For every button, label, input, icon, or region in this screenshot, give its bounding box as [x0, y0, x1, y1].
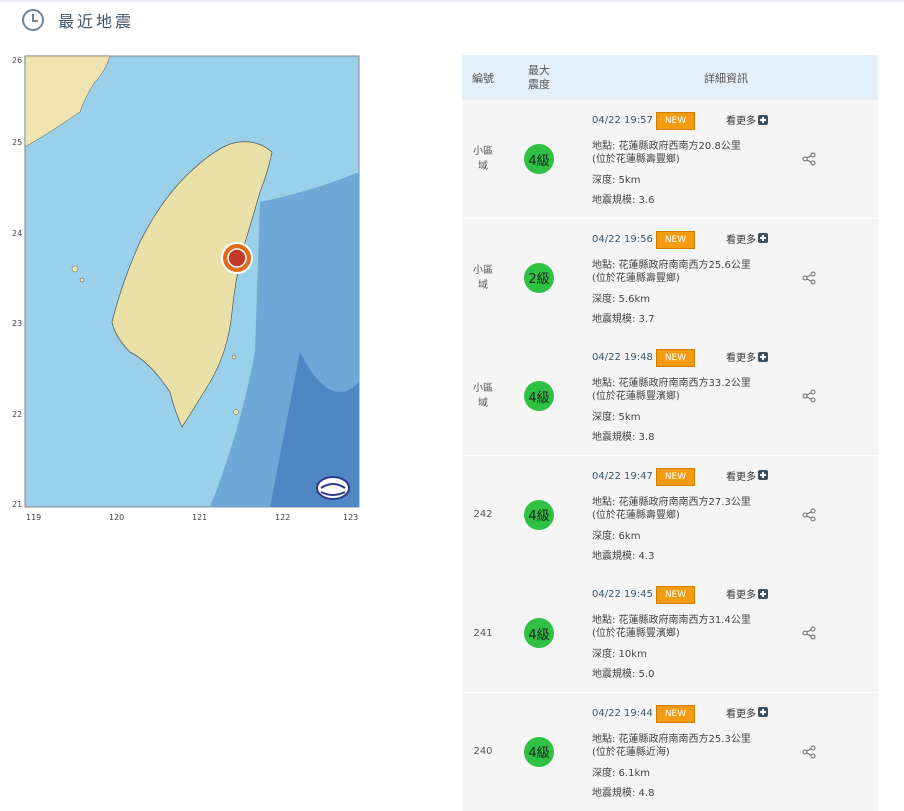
- event-time: 04/22 19:47: [592, 470, 653, 482]
- event-depth: 深度: 5km: [592, 412, 641, 423]
- map-image: [24, 55, 360, 508]
- section-header: 最近地震: [22, 8, 134, 32]
- intensity-badge: 2級: [524, 262, 554, 293]
- plus-icon: [758, 233, 768, 243]
- map-lon-label: 120: [109, 513, 125, 522]
- map-lat-label: 26: [12, 56, 23, 65]
- intensity-badge: 4級: [524, 736, 554, 767]
- share-icon[interactable]: [802, 151, 816, 170]
- new-badge: NEW: [656, 112, 695, 130]
- share-icon[interactable]: [802, 507, 816, 526]
- event-magnitude: 地震規模: 3.6: [592, 195, 655, 206]
- more-link[interactable]: 看更多: [726, 468, 768, 483]
- more-link[interactable]: 看更多: [726, 705, 768, 720]
- intensity-badge: 4級: [524, 618, 554, 648]
- new-badge: NEW: [656, 704, 695, 723]
- event-magnitude: 地震規模: 5.0: [592, 669, 655, 680]
- new-badge: NEW: [656, 586, 695, 604]
- table-row[interactable]: 小區 域 2級 04/22 19:56 NEW 看更多 地點: 花蓮縣政府南南西方25.6…: [462, 218, 878, 337]
- map-lon-label: 121: [192, 513, 208, 522]
- event-location-detail: (位於花蓮縣壽豐鄉): [592, 272, 680, 284]
- more-link[interactable]: 看更多: [726, 586, 768, 601]
- header-detail: 詳細資訊: [704, 71, 748, 85]
- plus-icon: [758, 588, 768, 599]
- more-label: 看更多: [726, 708, 756, 720]
- more-label: 看更多: [726, 234, 756, 246]
- map-lat-label: 25: [12, 138, 23, 147]
- intensity-badge: 4級: [524, 381, 554, 411]
- table-row[interactable]: 小區 域 4級 04/22 19:57 NEW 看更多 地點: 花蓮縣政府西南方20.8公…: [462, 100, 878, 218]
- table-row[interactable]: 240 4級 04/22 19:44 NEW 看更多 地點: 花蓮縣政府南南西方25.3公…: [462, 692, 878, 811]
- table-row[interactable]: 241 4級 04/22 19:45 NEW 看更多 地點: 花蓮縣政府南南西方31.4公…: [462, 574, 878, 692]
- event-depth: 深度: 5.6km: [592, 293, 650, 305]
- table-header: 編號 最大 震度 詳細資訊: [462, 55, 878, 100]
- new-badge: NEW: [656, 349, 695, 367]
- more-link[interactable]: 看更多: [726, 349, 768, 364]
- map-lat-label: 21: [12, 500, 23, 509]
- map-lat-label: 23: [12, 319, 23, 328]
- table-row[interactable]: 小區 域 4級 04/22 19:48 NEW 看更多 地點: 花蓮縣政府南南西方33.2…: [462, 337, 878, 455]
- map-lon-label: 122: [275, 513, 291, 522]
- map-lon-label: 119: [26, 513, 42, 522]
- event-number: 242: [473, 509, 493, 520]
- event-magnitude: 地震規模: 4.3: [592, 550, 655, 562]
- map-lat-label: 24: [12, 229, 23, 238]
- plus-icon: [758, 707, 768, 717]
- event-depth: 深度: 6km: [592, 530, 641, 542]
- intensity-badge: 4級: [524, 144, 554, 174]
- event-depth: 深度: 6.1km: [592, 767, 650, 779]
- intensity-badge: 4級: [524, 499, 554, 530]
- event-magnitude: 地震規模: 4.8: [592, 787, 655, 799]
- share-icon[interactable]: [802, 270, 816, 289]
- share-icon[interactable]: [802, 388, 816, 407]
- event-number: 小區 域: [473, 264, 493, 291]
- header-intensity: 最大 震度: [528, 63, 550, 91]
- more-label: 看更多: [726, 353, 756, 364]
- earthquake-map[interactable]: 26 25 24 23 22 21 119 120 121 122 123: [10, 52, 370, 530]
- plus-icon: [758, 470, 768, 480]
- header-number: 編號: [472, 71, 494, 85]
- new-badge: NEW: [656, 230, 695, 249]
- map-lat-label: 22: [12, 410, 23, 419]
- share-icon[interactable]: [802, 625, 816, 644]
- event-time: 04/22 19:45: [592, 589, 653, 600]
- more-link[interactable]: 看更多: [726, 112, 768, 127]
- plus-icon: [758, 351, 768, 362]
- event-time: 04/22 19:44: [592, 707, 653, 719]
- plus-icon: [758, 114, 768, 125]
- event-depth: 深度: 10km: [592, 649, 647, 660]
- event-number: 240: [473, 746, 493, 757]
- table-row[interactable]: 242 4級 04/22 19:47 NEW 看更多 地點: 花蓮縣政府南南西方27.3公…: [462, 455, 878, 574]
- more-label: 看更多: [726, 590, 756, 601]
- event-depth: 深度: 5km: [592, 175, 641, 186]
- event-number: 小區 域: [473, 146, 493, 172]
- event-location-detail: (位於花蓮縣豐濱鄉): [592, 628, 680, 639]
- event-number: 241: [473, 627, 493, 639]
- event-magnitude: 地震規模: 3.8: [592, 432, 655, 443]
- new-badge: NEW: [656, 467, 695, 486]
- event-location-detail: (位於花蓮縣壽豐鄉): [592, 154, 680, 165]
- event-magnitude: 地震規模: 3.7: [592, 313, 655, 325]
- event-time: 04/22 19:48: [592, 352, 653, 363]
- clock-icon: [22, 9, 44, 31]
- more-label: 看更多: [726, 116, 756, 127]
- event-time: 04/22 19:57: [592, 115, 653, 126]
- earthquake-table: 編號 最大 震度 詳細資訊 小區 域 4級 04/22 19:57 NEW 看更多 地點:…: [462, 55, 878, 811]
- map-lon-label: 123: [343, 513, 359, 522]
- more-label: 看更多: [726, 471, 756, 483]
- page-title: 最近地震: [58, 12, 135, 31]
- event-location-detail: (位於花蓮縣近海): [592, 746, 670, 758]
- share-icon[interactable]: [802, 744, 816, 763]
- top-divider: [0, 0, 904, 2]
- event-time: 04/22 19:56: [592, 233, 653, 245]
- event-number: 小區 域: [473, 383, 493, 409]
- event-location-detail: (位於花蓮縣豐濱鄉): [592, 391, 680, 402]
- event-location-detail: (位於花蓮縣壽豐鄉): [592, 509, 680, 521]
- more-link[interactable]: 看更多: [726, 231, 768, 246]
